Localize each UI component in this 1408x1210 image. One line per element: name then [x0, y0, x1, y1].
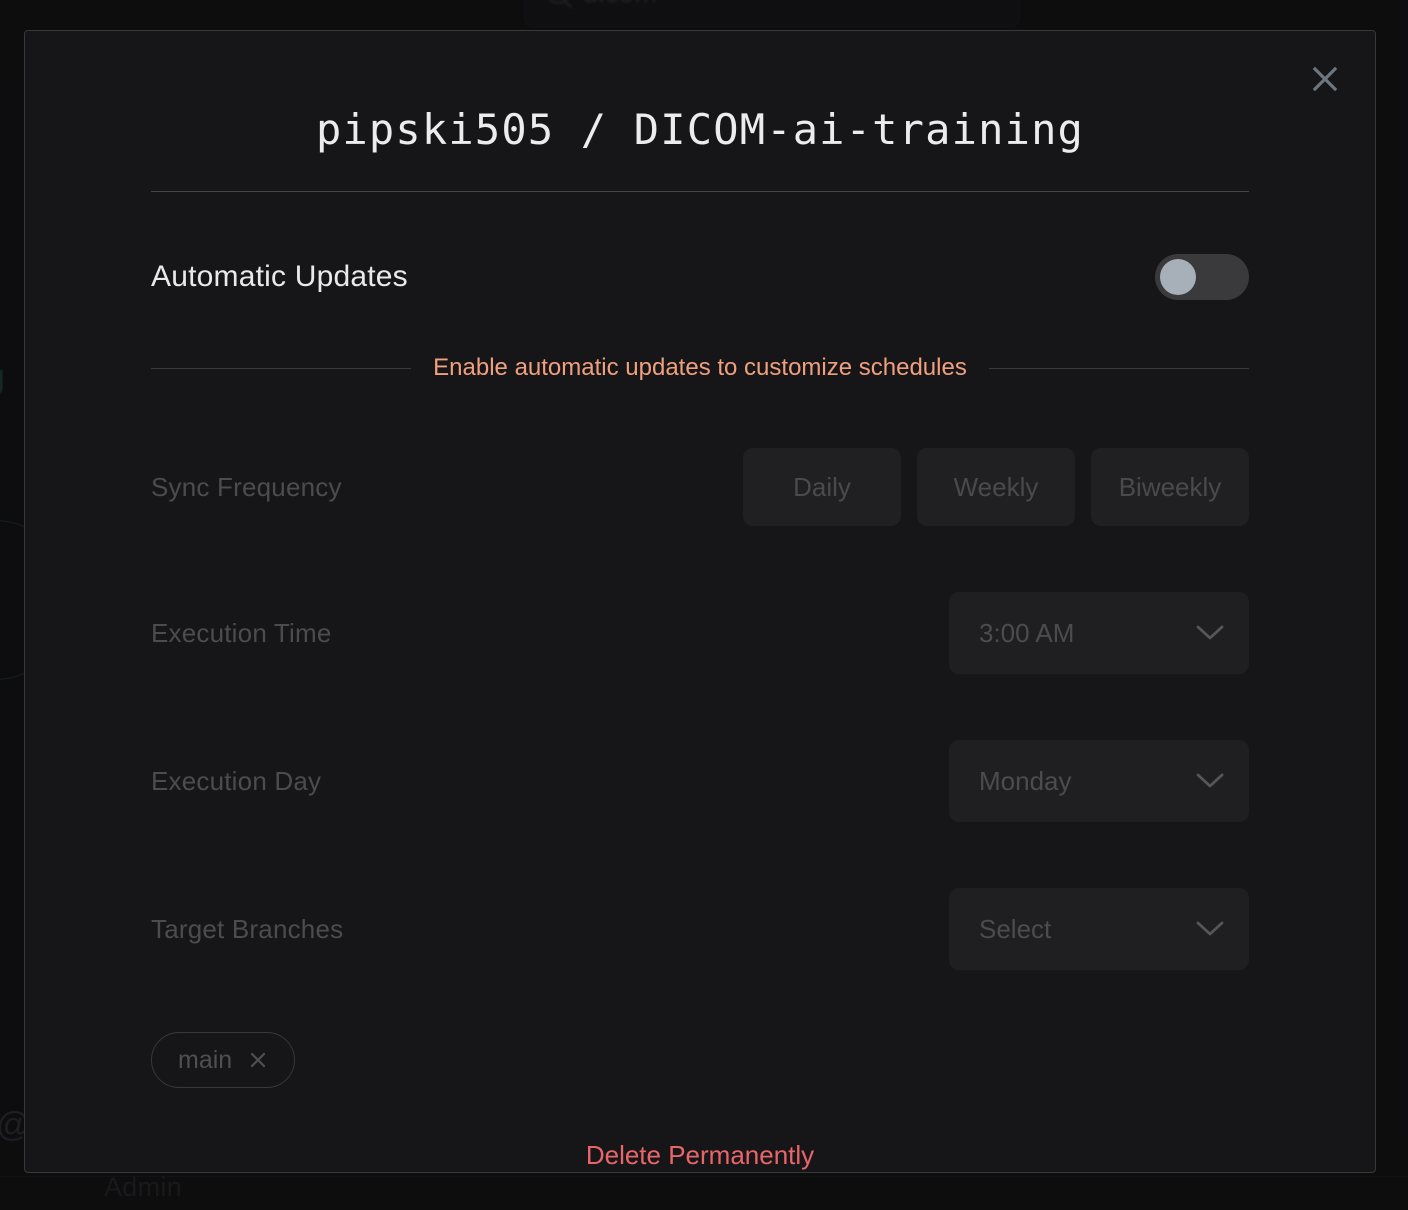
- sync-frequency-option-biweekly[interactable]: Biweekly: [1091, 448, 1249, 526]
- sync-frequency-label: Sync Frequency: [151, 471, 342, 502]
- execution-time-label: Execution Time: [151, 617, 332, 648]
- automatic-updates-toggle[interactable]: [1155, 254, 1249, 300]
- target-branches-label: Target Branches: [151, 913, 344, 944]
- execution-day-select[interactable]: Monday: [949, 740, 1249, 822]
- chevron-down-icon: [1195, 772, 1225, 790]
- execution-time-row: Execution Time 3:00 AM: [151, 592, 1249, 674]
- target-branch-chips: main: [151, 1032, 1249, 1088]
- branch-chip[interactable]: main: [151, 1032, 296, 1088]
- execution-day-row: Execution Day Monday: [151, 740, 1249, 822]
- branch-chip-label: main: [178, 1045, 233, 1074]
- chevron-down-icon: [1195, 624, 1225, 642]
- target-branches-select[interactable]: Select: [949, 888, 1249, 970]
- sync-frequency-options: Daily Weekly Biweekly: [743, 448, 1249, 526]
- title-divider: [151, 191, 1249, 192]
- hint-divider-right: [988, 367, 1249, 369]
- repository-settings-modal: pipski505 / DICOM-ai-training Automatic …: [24, 30, 1376, 1173]
- close-icon[interactable]: [248, 1050, 268, 1070]
- execution-time-select[interactable]: 3:00 AM: [949, 592, 1249, 674]
- target-branches-value: Select: [979, 913, 1052, 944]
- close-icon[interactable]: [1305, 59, 1345, 99]
- execution-day-label: Execution Day: [151, 765, 322, 796]
- delete-row: Delete Permanently: [151, 1140, 1249, 1171]
- automatic-updates-label: Automatic Updates: [151, 260, 408, 293]
- sync-frequency-option-weekly[interactable]: Weekly: [917, 448, 1075, 526]
- execution-time-value: 3:00 AM: [979, 617, 1075, 648]
- hint-divider-row: Enable automatic updates to customize sc…: [151, 354, 1249, 382]
- sync-frequency-row: Sync Frequency Daily Weekly Biweekly: [151, 448, 1249, 526]
- execution-day-value: Monday: [979, 765, 1072, 796]
- modal-content: Automatic Updates Enable automatic updat…: [25, 254, 1375, 1171]
- page-title: pipski505 / DICOM-ai-training: [315, 105, 1085, 154]
- sync-frequency-option-daily[interactable]: Daily: [743, 448, 901, 526]
- hint-divider-left: [151, 367, 412, 369]
- automatic-updates-row: Automatic Updates: [151, 254, 1249, 300]
- hint-text: Enable automatic updates to customize sc…: [433, 354, 967, 381]
- target-branches-row: Target Branches Select: [151, 888, 1249, 970]
- toggle-knob: [1160, 259, 1196, 295]
- chevron-down-icon: [1195, 920, 1225, 938]
- delete-permanently-button[interactable]: Delete Permanently: [586, 1140, 814, 1171]
